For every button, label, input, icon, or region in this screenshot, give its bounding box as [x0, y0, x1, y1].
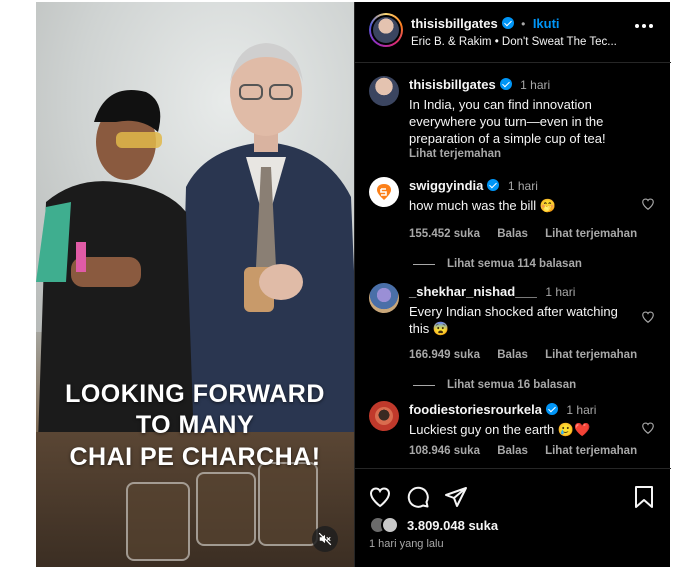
- verified-badge-icon: [487, 179, 500, 191]
- verified-badge-icon: [545, 403, 558, 415]
- separator-dot: •: [521, 17, 526, 31]
- jar: [196, 472, 256, 546]
- follow-button[interactable]: Ikuti: [533, 16, 560, 31]
- comment-3: foodiestoriesrourkela 1 hari Luckiest gu…: [369, 401, 671, 461]
- liked-by-avatars[interactable]: [369, 516, 403, 534]
- author-avatar[interactable]: [369, 13, 403, 47]
- comment-text: Luckiest guy on the earth 🥲❤️: [409, 422, 591, 437]
- comment-likes[interactable]: 166.949 suka: [409, 349, 480, 361]
- translate-link[interactable]: Lihat terjemahan: [545, 228, 637, 240]
- swiggy-logo-icon: [377, 184, 391, 200]
- overlay-text-line-2: TO MANY: [135, 411, 255, 439]
- reply-button[interactable]: Balas: [497, 349, 528, 361]
- comment-time: 1 hari: [507, 179, 538, 193]
- verified-badge-icon: [501, 17, 514, 29]
- like-comment-heart-icon[interactable]: [641, 310, 655, 324]
- view-replies-label: Lihat semua 114 balasan: [447, 258, 582, 270]
- caption: thisisbillgates 1 hari In India, you can…: [369, 76, 659, 160]
- jar: [126, 482, 190, 561]
- comment-time: 1 hari: [545, 285, 576, 299]
- foodiestories-avatar[interactable]: [369, 401, 399, 431]
- author-username[interactable]: thisisbillgates: [411, 16, 498, 31]
- jar: [258, 462, 318, 546]
- comment-username[interactable]: _shekhar_nishad___: [409, 284, 537, 299]
- reply-button[interactable]: Balas: [497, 445, 528, 457]
- replies-divider: [413, 384, 435, 386]
- comment-likes[interactable]: 155.452 suka: [409, 228, 480, 240]
- view-replies-link[interactable]: Lihat semua 114 balasan: [413, 258, 671, 270]
- replies-divider: [413, 263, 435, 265]
- mute-icon: [318, 532, 332, 546]
- comment-icon[interactable]: [406, 485, 430, 509]
- post-likes-count[interactable]: 3.809.048 suka: [407, 518, 498, 533]
- overlay-text-line-3: CHAI PE CHARCHA!: [69, 443, 321, 471]
- comment-text: Every Indian shocked after watching this…: [409, 304, 618, 336]
- post-timestamp[interactable]: 1 hari yang lalu: [369, 538, 444, 550]
- like-comment-heart-icon[interactable]: [641, 421, 655, 435]
- view-replies-label: Lihat semua 16 balasan: [447, 379, 577, 391]
- view-replies-link[interactable]: Lihat semua 16 balasan: [413, 379, 671, 391]
- verified-badge-icon: [499, 78, 512, 90]
- comment-username[interactable]: swiggyindia: [409, 178, 483, 193]
- post-video[interactable]: LOOKING FORWARD TO MANY CHAI PE CHARCHA!: [36, 2, 354, 567]
- post-actions-footer: 3.809.048 suka 1 hari yang lalu: [355, 468, 671, 568]
- comment-2: _shekhar_nishad___ 1 hari Every Indian s…: [369, 283, 671, 391]
- audio-track-link[interactable]: Eric B. & Rakim • Don't Sweat The Tec...: [411, 36, 617, 48]
- translate-link[interactable]: Lihat terjemahan: [545, 349, 637, 361]
- comment-likes[interactable]: 108.946 suka: [409, 445, 480, 457]
- share-icon[interactable]: [444, 485, 468, 509]
- shekhar-avatar[interactable]: [369, 283, 399, 313]
- comment-text: how much was the bill 🤭: [409, 198, 556, 213]
- caption-translate-link[interactable]: Lihat terjemahan: [409, 148, 659, 160]
- caption-username[interactable]: thisisbillgates: [409, 77, 496, 92]
- comment-username[interactable]: foodiestoriesrourkela: [409, 402, 542, 417]
- caption-avatar[interactable]: [369, 76, 399, 106]
- swiggy-avatar[interactable]: [369, 177, 399, 207]
- post-dialog: LOOKING FORWARD TO MANY CHAI PE CHARCHA!…: [36, 2, 671, 567]
- header-title-row: thisisbillgates • Ikuti: [411, 15, 560, 33]
- mute-button[interactable]: [312, 526, 338, 552]
- save-bookmark-icon[interactable]: [633, 485, 655, 509]
- translate-link[interactable]: Lihat terjemahan: [545, 445, 637, 457]
- comment-time: 1 hari: [566, 403, 597, 417]
- overlay-text-line-1: LOOKING FORWARD: [65, 380, 325, 408]
- caption-time: 1 hari: [520, 78, 551, 92]
- like-heart-icon[interactable]: [368, 485, 392, 509]
- like-comment-heart-icon[interactable]: [641, 197, 655, 211]
- post-side-panel: thisisbillgates • Ikuti Eric B. & Rakim …: [354, 2, 671, 567]
- reply-button[interactable]: Balas: [497, 228, 528, 240]
- more-options-icon[interactable]: [635, 24, 653, 30]
- post-header: thisisbillgates • Ikuti Eric B. & Rakim …: [355, 2, 671, 63]
- caption-text: In India, you can find innovation everyw…: [409, 97, 606, 146]
- comment-1: swiggyindia 1 hari how much was the bill…: [369, 177, 671, 270]
